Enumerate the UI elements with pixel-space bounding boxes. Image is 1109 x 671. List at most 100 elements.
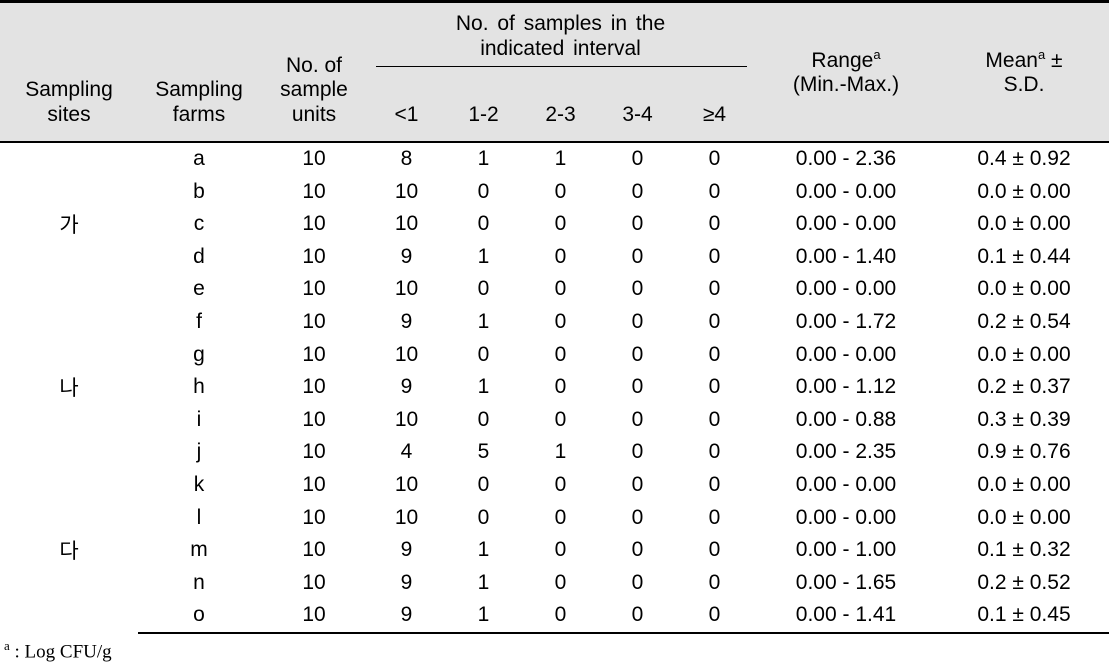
cell-interval-count: 1 bbox=[554, 147, 567, 170]
header-interval-title-line2: indicated interval bbox=[480, 36, 641, 60]
table-row: b 10 10 0 0 0 0 0.00 - 0.00 0.0 ± 0.00 bbox=[0, 176, 1109, 209]
cell-sample-units: 10 bbox=[260, 599, 368, 634]
header-sample-units-line3: units bbox=[291, 102, 337, 126]
header-range-superscript: a bbox=[873, 46, 881, 62]
table-footnote: a : Log CFU/g bbox=[0, 634, 1109, 664]
table-row: k 10 10 0 0 0 0 0.00 - 0.00 0.0 ± 0.00 bbox=[0, 469, 1109, 502]
cell-interval-count: 0 bbox=[477, 505, 490, 529]
cell-sample-units: 10 bbox=[302, 147, 326, 170]
cell-interval-count: 0 bbox=[477, 407, 490, 431]
cell-sampling-farm: b bbox=[193, 179, 205, 203]
cell-sample-units: 10 bbox=[302, 505, 326, 529]
header-mean-superscript: a bbox=[1037, 46, 1046, 62]
header-interval-bins: <1 1-2 2-3 3-4 ≥4 bbox=[368, 67, 753, 141]
table-row: e 10 10 0 0 0 0 0.00 - 0.00 0.0 ± 0.00 bbox=[0, 273, 1109, 306]
cell-sampling-farm: g bbox=[193, 342, 205, 366]
table-row: o 10 9 1 0 0 0 0.00 - 1.41 0.1 ± 0.45 bbox=[0, 599, 1109, 634]
cell-interval-count: 9 bbox=[400, 570, 413, 594]
cell-interval-count: 0 bbox=[631, 440, 644, 464]
cell-interval-count: 0 bbox=[554, 342, 567, 366]
header-sample-units-line1: No. of bbox=[285, 53, 342, 77]
cell-sampling-farm: f bbox=[196, 309, 202, 333]
cell-range: 0.00 - 0.00 bbox=[795, 277, 897, 301]
cell-mean-sd: 0.9 ± 0.76 bbox=[977, 440, 1071, 464]
cell-interval-count: 10 bbox=[394, 277, 419, 301]
cell-interval-count: 0 bbox=[554, 212, 567, 236]
table-row: 다 m 10 9 1 0 0 0 0.00 - 1.00 0.1 ± 0.32 bbox=[0, 534, 1109, 567]
header-sampling-farms-line1: Sampling bbox=[155, 78, 243, 102]
cell-sampling-farm: k bbox=[193, 472, 205, 496]
cell-interval-count: 1 bbox=[554, 440, 567, 464]
table-row: 가 a 10 8 1 1 0 0 0.00 - 2.36 0.4 ± 0.92 bbox=[0, 143, 1109, 236]
cell-sampling-farm: i bbox=[196, 407, 202, 431]
cell-interval-count: 0 bbox=[631, 179, 644, 203]
cell-interval-count: 0 bbox=[554, 472, 567, 496]
cell-interval-count: 0 bbox=[631, 147, 644, 170]
cell-interval-count: 0 bbox=[631, 309, 644, 333]
cell-interval-count: 5 bbox=[477, 440, 490, 464]
cell-interval-count: 10 bbox=[394, 212, 419, 236]
cell-interval-count: 1 bbox=[477, 538, 490, 562]
header-bin-lt1: <1 bbox=[394, 103, 419, 126]
cell-range: 0.00 - 0.00 bbox=[795, 505, 897, 529]
header-mean-line2: S.D. bbox=[1003, 73, 1045, 96]
header-interval-title: No. of samples in the indicated interval bbox=[368, 3, 753, 61]
table-row: j 10 4 5 1 0 0 0.00 - 2.35 0.9 ± 0.76 bbox=[0, 436, 1109, 469]
cell-range: 0.00 - 1.65 bbox=[795, 570, 897, 594]
cell-sample-units: 10 bbox=[302, 277, 326, 301]
header-sampling-farms-line2: farms bbox=[172, 102, 226, 126]
cell-mean-sd: 0.2 ± 0.54 bbox=[977, 309, 1071, 333]
cell-mean-sd: 0.2 ± 0.37 bbox=[977, 375, 1071, 399]
cell-interval-count: 10 bbox=[394, 179, 419, 203]
cell-interval-count: 0 bbox=[708, 179, 721, 203]
cell-mean-sd: 0.0 ± 0.00 bbox=[977, 212, 1071, 236]
cell-interval-count: 10 bbox=[394, 407, 419, 431]
cell-sample-units: 10 bbox=[302, 440, 326, 464]
cell-sampling-farm: l bbox=[196, 505, 202, 529]
header-bin-ge4: ≥4 bbox=[702, 103, 727, 126]
cell-sample-units: 10 bbox=[302, 538, 326, 562]
table-row: i 10 10 0 0 0 0 0.00 - 0.88 0.3 ± 0.39 bbox=[0, 404, 1109, 437]
header-mean-line1: Meana ± bbox=[985, 47, 1062, 73]
cell-sampling-farm: o bbox=[138, 599, 260, 634]
cell-sampling-site: 다 bbox=[59, 540, 79, 564]
cell-interval-count: 10 bbox=[394, 505, 419, 529]
footnote-text: : Log CFU/g bbox=[9, 641, 112, 663]
header-sample-units: No. of sample units bbox=[260, 3, 368, 141]
cell-interval-count: 0 bbox=[554, 538, 567, 562]
cell-interval-count: 0 bbox=[708, 505, 721, 529]
cell-sample-units: 10 bbox=[302, 212, 326, 236]
cell-interval-count: 0 bbox=[522, 599, 599, 634]
cell-interval-count: 0 bbox=[554, 505, 567, 529]
cell-sampling-farm: n bbox=[193, 570, 205, 594]
header-sampling-sites-line2: sites bbox=[47, 102, 91, 126]
cell-range: 0.00 - 0.88 bbox=[795, 407, 897, 431]
cell-interval-count: 0 bbox=[554, 244, 567, 268]
header-sampling-sites-line1: Sampling bbox=[25, 78, 113, 102]
cell-interval-count: 0 bbox=[631, 570, 644, 594]
cell-mean-sd: 0.0 ± 0.00 bbox=[977, 179, 1071, 203]
cell-range: 0.00 - 2.35 bbox=[795, 440, 897, 464]
cell-interval-count: 0 bbox=[554, 309, 567, 333]
cell-interval-count: 1 bbox=[445, 599, 522, 634]
cell-interval-count: 0 bbox=[708, 244, 721, 268]
cell-interval-count: 0 bbox=[708, 309, 721, 333]
cell-sampling-farm: j bbox=[196, 440, 202, 464]
cell-interval-count: 9 bbox=[368, 599, 445, 634]
cell-interval-count: 0 bbox=[631, 407, 644, 431]
cell-interval-count: 1 bbox=[477, 375, 490, 399]
cell-sampling-farm: e bbox=[193, 277, 205, 301]
cell-sample-units: 10 bbox=[302, 179, 326, 203]
cell-mean-sd: 0.0 ± 0.00 bbox=[977, 277, 1071, 301]
cell-interval-count: 0 bbox=[554, 407, 567, 431]
table-row: n 10 9 1 0 0 0 0.00 - 1.65 0.2 ± 0.52 bbox=[0, 567, 1109, 600]
cell-range: 0.00 - 1.12 bbox=[795, 375, 897, 399]
table-row: h 10 9 1 0 0 0 0.00 - 1.12 0.2 ± 0.37 bbox=[0, 371, 1109, 404]
header-sampling-farms: Sampling farms bbox=[138, 3, 260, 141]
cell-mean-sd: 0.3 ± 0.39 bbox=[977, 407, 1071, 431]
cell-interval-count: 10 bbox=[394, 342, 419, 366]
cell-interval-count: 1 bbox=[477, 570, 490, 594]
cell-interval-count: 0 bbox=[708, 277, 721, 301]
cell-interval-count: 0 bbox=[708, 407, 721, 431]
table-body-grid: 가 a 10 8 1 1 0 0 0.00 - 2.36 0.4 ± 0.92 b 10 10 0 0 0 0 0… bbox=[0, 143, 1109, 634]
